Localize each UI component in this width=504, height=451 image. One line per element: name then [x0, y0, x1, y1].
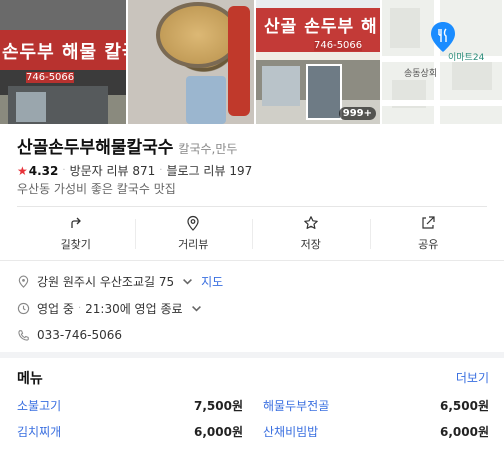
map-road — [382, 100, 502, 106]
hours-row[interactable]: 영업 중 · 21:30에 영업 종료 — [17, 300, 203, 317]
map-pin-icon — [431, 22, 455, 52]
sign-text: 산골 손두부 해 — [264, 17, 378, 37]
phone-row[interactable]: 033-746-5066 — [17, 328, 122, 342]
save-button[interactable]: 저장 — [252, 207, 370, 260]
menu-item[interactable]: 소불고기 7,500원 — [17, 397, 243, 414]
map-block — [452, 60, 492, 90]
more-menu-link[interactable]: 더보기 — [456, 369, 489, 386]
photo-gallery[interactable]: 손두부 해물 칼국 746-5066 산골 손두부 해 746-5066 999… — [0, 0, 504, 124]
menu-item-price: 6,000원 — [440, 425, 489, 439]
phone-icon — [18, 329, 29, 341]
blog-reviews-link[interactable]: 블로그 리뷰 197 — [166, 162, 252, 179]
map-poi-label: 이마트24 — [448, 53, 485, 63]
menu-item-name[interactable]: 산채비빔밥 — [263, 423, 318, 440]
menu-item[interactable]: 해물두부전골 6,500원 — [263, 397, 489, 414]
clock-icon — [17, 302, 30, 315]
share-button[interactable]: 공유 — [369, 207, 488, 260]
menu-item-price: 7,500원 — [194, 399, 243, 413]
place-category: 칼국수,만두 — [178, 142, 238, 156]
sign-phone: 746-5066 — [314, 40, 363, 51]
section-divider — [0, 260, 504, 261]
separator: · — [77, 303, 82, 314]
separator: · — [159, 165, 163, 176]
street-view-button[interactable]: 거리뷰 — [134, 207, 253, 260]
menu-item-name[interactable]: 소불고기 — [17, 397, 61, 414]
shop-window — [262, 66, 300, 106]
map-link[interactable]: 지도 — [201, 273, 223, 290]
address-text: 강원 원주시 우산조교길 75 — [37, 275, 175, 289]
map-area-label: 송동상회 — [404, 69, 438, 79]
map-thumbnail[interactable]: 이마트24 송동상회 — [382, 0, 502, 124]
action-bar: 길찾기 거리뷰 저장 공유 — [17, 206, 487, 260]
share-icon — [422, 216, 435, 229]
chevron-down-icon[interactable] — [190, 302, 203, 315]
rating-value: 4.32 — [28, 163, 59, 178]
restaurant-photo-3[interactable]: 산골 손두부 해 746-5066 999+ — [256, 0, 380, 124]
menu-item-name[interactable]: 해물두부전골 — [263, 397, 329, 414]
menu-item-name[interactable]: 김치찌개 — [17, 423, 61, 440]
menu-title: 메뉴 — [17, 371, 43, 387]
sign-phone: 746-5066 — [26, 72, 75, 83]
directions-label: 길찾기 — [60, 238, 91, 251]
map-block — [390, 8, 420, 48]
photo-count-badge: 999+ — [338, 107, 376, 120]
menu-item-price: 6,500원 — [440, 399, 489, 413]
directions-icon — [71, 217, 81, 228]
share-label: 공유 — [418, 238, 439, 251]
place-name: 산골손두부해물칼국수 — [17, 138, 174, 158]
restaurant-photo-1[interactable]: 손두부 해물 칼국 746-5066 — [0, 0, 126, 124]
separator: · — [62, 165, 66, 176]
kettle-image — [228, 6, 250, 116]
phone-number: 033-746-5066 — [37, 328, 123, 342]
shop-window — [16, 92, 46, 122]
menu-item[interactable]: 김치찌개 6,000원 — [17, 423, 243, 440]
address-row: 강원 원주시 우산조교길 75 지도 — [17, 273, 223, 290]
street-view-label: 거리뷰 — [178, 238, 209, 251]
section-divider — [0, 352, 504, 358]
street-view-icon — [187, 215, 199, 231]
cup-image — [186, 76, 226, 124]
closing-time: 21:30에 영업 종료 — [85, 302, 183, 316]
menu-list: 소불고기 7,500원 해물두부전골 6,500원 김치찌개 6,000원 산채… — [17, 397, 489, 440]
place-description: 우산동 가성비 좋은 칼국수 맛집 — [17, 182, 176, 196]
rating-star-icon: ★ — [17, 163, 28, 178]
menu-item-price: 6,000원 — [194, 425, 243, 439]
business-status: 영업 중 — [37, 302, 74, 316]
sign-text: 손두부 해물 칼국 — [2, 42, 126, 63]
location-pin-icon — [18, 275, 29, 288]
directions-button[interactable]: 길찾기 — [17, 207, 135, 260]
restaurant-photo-2[interactable] — [128, 0, 254, 124]
review-stats: ★ 4.32 · 방문자 리뷰 871 · 블로그 리뷰 197 — [17, 162, 252, 179]
chevron-down-icon[interactable] — [181, 275, 194, 288]
star-outline-icon — [303, 216, 318, 229]
menu-item[interactable]: 산채비빔밥 6,000원 — [263, 423, 489, 440]
save-label: 저장 — [300, 238, 321, 251]
shop-door — [306, 64, 342, 120]
title-row: 산골손두부해물칼국수 칼국수,만두 — [17, 133, 237, 158]
visitor-reviews-link[interactable]: 방문자 리뷰 871 — [70, 162, 156, 179]
